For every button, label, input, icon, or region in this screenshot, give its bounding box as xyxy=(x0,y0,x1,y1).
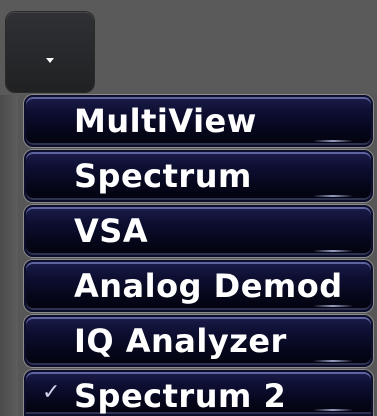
menu-item-label: IQ Analyzer xyxy=(74,322,287,360)
menu-item-label: Spectrum 2 xyxy=(74,377,287,415)
menu-side-strip xyxy=(0,95,18,416)
menu-item-multiview[interactable]: MultiView xyxy=(24,95,373,147)
menu-item-vsa[interactable]: VSA xyxy=(24,205,373,257)
checkmark-icon: ✓ xyxy=(42,380,61,405)
menu-item-analog-demod[interactable]: Analog Demod xyxy=(24,260,373,312)
mode-dropdown-button[interactable] xyxy=(6,12,94,92)
menu-item-spectrum[interactable]: Spectrum xyxy=(24,150,373,202)
menu-item-iq-analyzer[interactable]: IQ Analyzer xyxy=(24,315,373,367)
menu-item-label: Spectrum xyxy=(74,157,252,195)
triangle-down-icon xyxy=(46,58,54,63)
mode-menu: MultiView Spectrum VSA Analog Demod IQ A… xyxy=(18,95,377,416)
menu-item-label: VSA xyxy=(74,212,149,250)
menu-item-spectrum-2[interactable]: ✓ Spectrum 2 xyxy=(24,370,373,416)
mode-selector-window: MultiView Spectrum VSA Analog Demod IQ A… xyxy=(0,0,377,416)
menu-item-label: Analog Demod xyxy=(74,267,343,305)
menu-item-label: MultiView xyxy=(74,102,257,140)
